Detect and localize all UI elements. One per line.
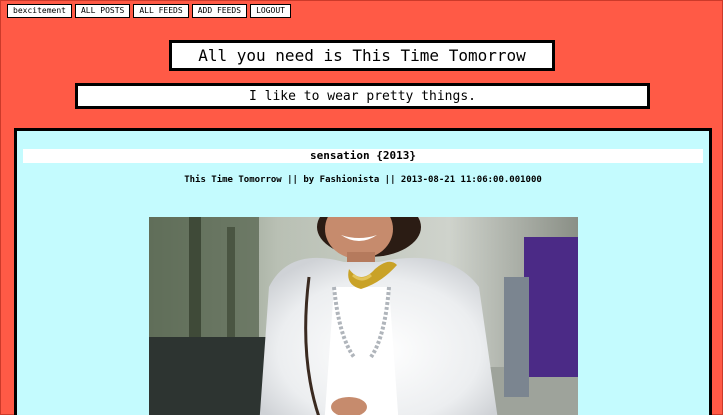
post-image[interactable] (149, 217, 578, 415)
page-title: All you need is This Time Tomorrow (169, 40, 555, 71)
nav-all-posts-button[interactable]: ALL POSTS (74, 4, 131, 18)
page-subtitle: I like to wear pretty things. (75, 83, 650, 109)
nav-logout-button[interactable]: LOGOUT (250, 4, 291, 18)
nav-user-button[interactable]: bexcitement (7, 4, 72, 18)
post-card: sensation {2013} This Time Tomorrow || b… (14, 128, 712, 415)
post-title[interactable]: sensation {2013} (23, 149, 703, 163)
top-nav: bexcitement ALL POSTS ALL FEEDS ADD FEED… (7, 4, 291, 18)
nav-all-feeds-button[interactable]: ALL FEEDS (133, 4, 189, 18)
nav-add-feeds-button[interactable]: ADD FEEDS (191, 4, 248, 18)
post-meta: This Time Tomorrow || by Fashionista || … (184, 175, 542, 185)
